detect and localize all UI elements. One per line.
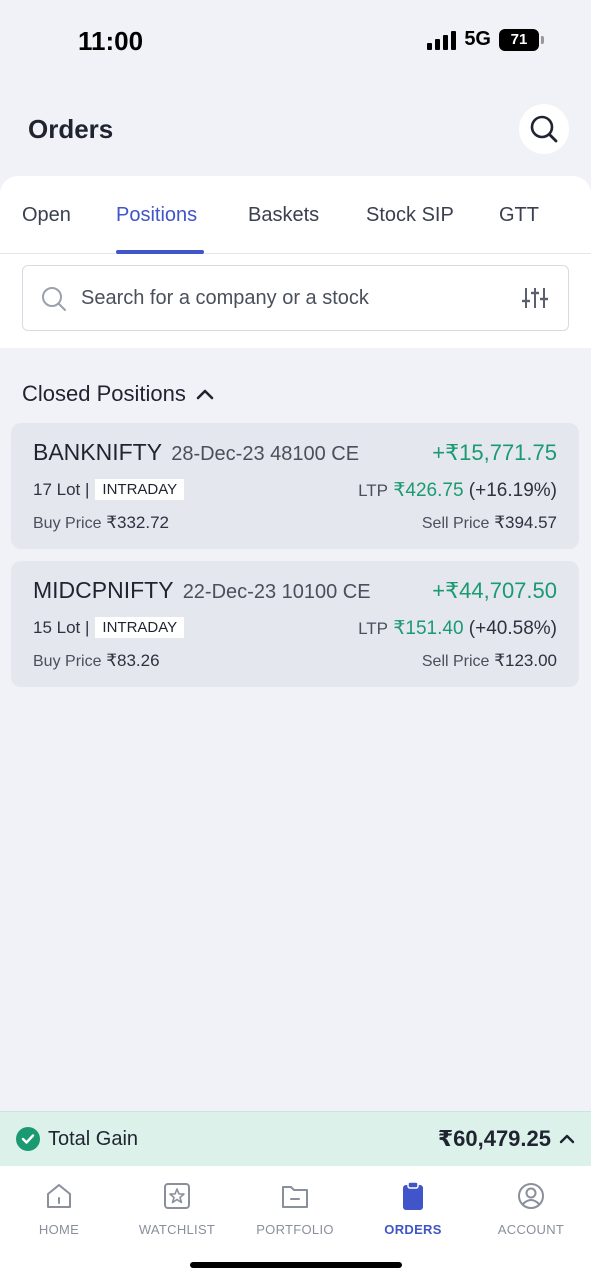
- orders-icon: [403, 1181, 423, 1210]
- portfolio-icon: [282, 1186, 308, 1208]
- search-box: [22, 265, 569, 331]
- sell-price-info: Sell Price ₹123.00: [422, 651, 557, 671]
- nav-label: PORTFOLIO: [256, 1222, 334, 1237]
- sell-price-label: Sell Price: [421, 653, 490, 670]
- lot-info: 17 Lot | INTRADAY: [33, 479, 185, 500]
- tabs-panel: Open Positions Baskets Stock SIP GTT: [0, 176, 591, 348]
- ltp-info: LTP ₹151.40 (+40.58%): [358, 617, 557, 640]
- status-time: 11:00: [78, 26, 144, 56]
- total-gain-label: Total Gain: [48, 1128, 139, 1150]
- nav-portfolio[interactable]: PORTFOLIO: [236, 1176, 354, 1237]
- position-pnl: +₹15,771.75: [432, 440, 557, 465]
- filter-sliders-icon[interactable]: [522, 286, 548, 310]
- nav-label: HOME: [38, 1222, 80, 1237]
- symbol-name: BANKNIFTY: [33, 439, 163, 465]
- tab-positions[interactable]: Positions: [116, 204, 197, 227]
- signal-icon: [427, 30, 457, 50]
- search-input[interactable]: [81, 282, 501, 314]
- nav-label: ORDERS: [384, 1222, 442, 1237]
- nav-home[interactable]: HOME: [0, 1176, 118, 1237]
- lot-count: 15 Lot |: [33, 617, 90, 637]
- section-title: Closed Positions: [22, 381, 186, 406]
- lot-count: 17 Lot |: [33, 479, 90, 499]
- buy-price-label: Buy Price: [33, 653, 102, 670]
- buy-price-value: ₹332.72: [106, 513, 170, 532]
- ltp-value: ₹151.40: [393, 618, 464, 639]
- buy-price-info: Buy Price ₹83.26: [33, 651, 160, 671]
- lot-info: 15 Lot | INTRADAY: [33, 617, 185, 638]
- total-gain-value: ₹60,479.25: [437, 1126, 551, 1151]
- position-card[interactable]: BANKNIFTY 28-Dec-23 48100 CE +₹15,771.75…: [11, 423, 579, 549]
- position-card[interactable]: MIDCPNIFTY 22-Dec-23 10100 CE +₹44,707.5…: [11, 561, 579, 687]
- contract-details: 28-Dec-23 48100 CE: [171, 443, 360, 465]
- ltp-label: LTP: [358, 481, 389, 500]
- position-pnl: +₹44,707.50: [432, 578, 557, 603]
- search-icon: [42, 287, 66, 311]
- sell-price-value: ₹123.00: [494, 651, 557, 670]
- nav-account[interactable]: ACCOUNT: [472, 1176, 590, 1237]
- page-title: Orders: [28, 114, 114, 144]
- home-icon: [47, 1184, 71, 1208]
- nav-watchlist[interactable]: WATCHLIST: [118, 1176, 236, 1237]
- total-gain-bar[interactable]: Total Gain ₹60,479.25: [0, 1111, 591, 1166]
- ltp-info: LTP ₹426.75 (+16.19%): [358, 479, 557, 502]
- chevron-up-icon: [196, 389, 214, 400]
- search-icon: [530, 115, 558, 143]
- tab-open[interactable]: Open: [22, 204, 71, 227]
- product-badge: INTRADAY: [95, 479, 185, 500]
- home-indicator[interactable]: [190, 1262, 402, 1268]
- contract-details: 22-Dec-23 10100 CE: [182, 581, 371, 603]
- ltp-label: LTP: [358, 619, 389, 638]
- position-symbol: MIDCPNIFTY 22-Dec-23 10100 CE: [33, 577, 371, 604]
- header-search-button[interactable]: [519, 104, 569, 154]
- sell-price-label: Sell Price: [421, 515, 490, 532]
- buy-price-value: ₹83.26: [106, 651, 160, 670]
- chevron-up-icon: [559, 1134, 575, 1144]
- tab-baskets[interactable]: Baskets: [248, 204, 319, 227]
- check-circle-icon: [16, 1127, 40, 1151]
- nav-orders[interactable]: ORDERS: [354, 1176, 472, 1237]
- sell-price-info: Sell Price ₹394.57: [422, 513, 557, 533]
- buy-price-info: Buy Price ₹332.72: [33, 513, 169, 533]
- status-bar: 11:00 5G 71: [0, 0, 591, 74]
- watchlist-icon: [164, 1183, 190, 1209]
- status-indicators: 5G 71: [427, 28, 544, 51]
- ltp-change: (+16.19%): [468, 480, 557, 501]
- buy-price-label: Buy Price: [33, 515, 102, 532]
- product-badge: INTRADAY: [95, 617, 185, 638]
- active-tab-indicator: [116, 250, 204, 254]
- network-type: 5G: [464, 28, 491, 50]
- nav-label: WATCHLIST: [138, 1222, 216, 1237]
- tab-stock-sip[interactable]: Stock SIP: [366, 204, 454, 227]
- ltp-change: (+40.58%): [468, 618, 557, 639]
- sell-price-value: ₹394.57: [494, 513, 557, 532]
- battery-icon: 71: [499, 28, 544, 51]
- position-symbol: BANKNIFTY 28-Dec-23 48100 CE: [33, 439, 359, 466]
- nav-label: ACCOUNT: [497, 1222, 565, 1237]
- battery-level: 71: [510, 31, 528, 48]
- account-icon: [518, 1183, 544, 1209]
- closed-positions-toggle[interactable]: Closed Positions: [22, 381, 214, 407]
- ltp-value: ₹426.75: [393, 480, 464, 501]
- symbol-name: MIDCPNIFTY: [33, 577, 174, 603]
- tab-gtt[interactable]: GTT: [499, 204, 539, 227]
- order-tabs: Open Positions Baskets Stock SIP GTT: [0, 176, 591, 254]
